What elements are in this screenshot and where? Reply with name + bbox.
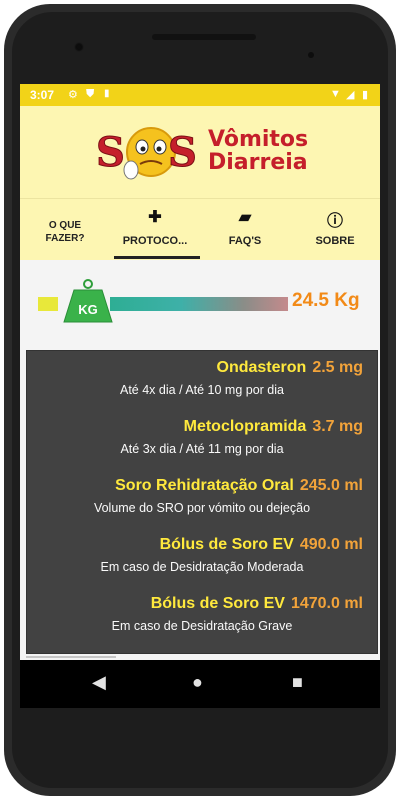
drug-note: Em caso de Desidratação Moderada bbox=[100, 560, 304, 574]
drug-name: Bólus de Soro EV bbox=[150, 595, 285, 612]
info-icon: ⓘ bbox=[326, 213, 344, 230]
drug-dose: 2.5 mg bbox=[312, 359, 363, 376]
logo-letter-s-left: S bbox=[96, 129, 125, 176]
sd-card-icon: ▮ bbox=[104, 88, 110, 99]
tab-bar: O QUE FAZER? ✚ PROTOCO... ▰ FAQ'S ⓘ SOBRE bbox=[20, 198, 380, 261]
selected-tab-indicator bbox=[114, 256, 200, 259]
dosage-panel: Ondasteron 2.5 mg Até 4x dia / Até 10 mg … bbox=[26, 350, 378, 654]
weight-value: 24.5 Kg bbox=[292, 290, 360, 311]
tab-label: PROTOCO... bbox=[122, 235, 188, 247]
system-nav-bar: ◀ ● ■ bbox=[20, 660, 380, 708]
bandage-icon: ✚ bbox=[148, 209, 162, 226]
app-header: S S Vômitos Diarreia bbox=[20, 106, 380, 198]
recents-icon[interactable]: ■ bbox=[292, 672, 303, 693]
drug-name: Bólus de Soro EV bbox=[159, 536, 294, 553]
battery-icon: ▮ bbox=[362, 89, 369, 101]
app-logo: S S bbox=[96, 127, 197, 180]
home-icon[interactable]: ● bbox=[192, 672, 203, 693]
hand-icon bbox=[123, 160, 139, 180]
drug-note: Até 3x dia / Até 11 mg por dia bbox=[120, 442, 284, 456]
drug-name: Ondasteron bbox=[216, 359, 307, 376]
drug-dose: 3.7 mg bbox=[312, 418, 363, 435]
front-camera bbox=[74, 42, 84, 52]
tab-faqs[interactable]: ▰ FAQ'S bbox=[200, 199, 290, 261]
drug-note: Até 4x dia / Até 10 mg por dia bbox=[120, 383, 284, 397]
drug-name: Metoclopramida bbox=[183, 418, 307, 435]
drug-name-row: Bólus de Soro EV 1470.0 ml bbox=[27, 595, 377, 613]
drug-note: Em caso de Desidratação Grave bbox=[111, 619, 293, 633]
wifi-icon: ▼ bbox=[330, 88, 341, 100]
logo-letter-s-right: S bbox=[168, 129, 197, 176]
drug-dose: 245.0 ml bbox=[299, 477, 363, 494]
scroll-indicator bbox=[26, 656, 116, 658]
signal-icon: ◢ bbox=[346, 89, 355, 101]
weight-slider-handle[interactable]: KG bbox=[62, 278, 114, 324]
weight-selector: KG 24.5 Kg bbox=[20, 260, 380, 348]
drug-name-row: Bólus de Soro EV 490.0 ml bbox=[27, 536, 377, 554]
app-screen: 3:07 ⚙ ⛊ ▮ ▼ ◢ ▮ S S Vômitos Diarreia O … bbox=[20, 84, 380, 706]
drug-name-row: Soro Rehidratação Oral 245.0 ml bbox=[27, 477, 377, 495]
back-icon[interactable]: ◀ bbox=[92, 672, 106, 693]
kg-tag-label: KG bbox=[78, 302, 98, 317]
forum-icon: ▰ bbox=[238, 209, 252, 226]
app-title: Vômitos Diarreia bbox=[208, 128, 308, 174]
earpiece-speaker bbox=[152, 34, 256, 40]
drug-dose: 490.0 ml bbox=[299, 536, 363, 553]
status-bar: 3:07 ⚙ ⛊ ▮ ▼ ◢ ▮ bbox=[20, 84, 380, 106]
weight-slider-track[interactable] bbox=[110, 297, 288, 311]
drug-name: Soro Rehidratação Oral bbox=[115, 477, 294, 494]
slider-track-filled bbox=[38, 297, 58, 311]
app-title-line2: Diarreia bbox=[208, 150, 308, 175]
tab-protocolo[interactable]: ✚ PROTOCO... bbox=[110, 199, 200, 261]
gear-icon: ⚙ bbox=[68, 89, 78, 101]
tab-label: O QUE FAZER? bbox=[45, 220, 85, 244]
status-time: 3:07 bbox=[30, 88, 55, 102]
proximity-sensor bbox=[308, 52, 314, 58]
drug-name-row: Metoclopramida 3.7 mg bbox=[27, 418, 377, 436]
drug-name-row: Ondasteron 2.5 mg bbox=[27, 359, 377, 377]
tab-label: FAQ'S bbox=[228, 235, 262, 247]
tab-sobre[interactable]: ⓘ SOBRE bbox=[290, 199, 380, 261]
drug-dose: 1470.0 ml bbox=[290, 595, 363, 612]
tab-o-que-fazer[interactable]: O QUE FAZER? bbox=[20, 199, 110, 261]
tab-label: SOBRE bbox=[315, 235, 355, 247]
drug-note: Volume do SRO por vómito ou dejeção bbox=[93, 501, 311, 515]
shield-icon: ⛊ bbox=[86, 88, 95, 100]
app-title-line1: Vômitos bbox=[208, 127, 309, 152]
